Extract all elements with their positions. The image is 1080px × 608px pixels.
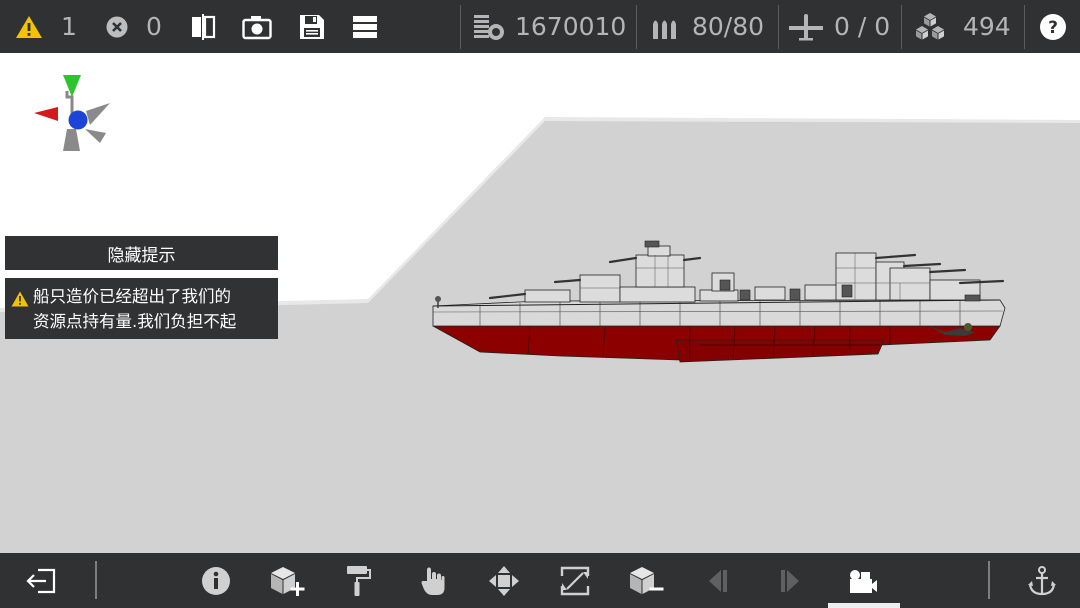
aircraft-icon — [787, 0, 825, 53]
toolbar-separator — [95, 561, 97, 599]
error-count: 0 — [146, 12, 162, 41]
menu-icon[interactable] — [351, 0, 379, 53]
anchor-icon[interactable] — [1017, 553, 1067, 608]
add-part-icon[interactable] — [262, 553, 312, 608]
next-icon[interactable] — [765, 553, 815, 608]
bottom-toolbar — [0, 553, 1080, 608]
parts-count: 494 — [963, 12, 1011, 41]
ammo-count: 80/80 — [692, 12, 765, 41]
svg-text:?: ? — [1048, 18, 1058, 38]
warning-text-line-2: 资源点持有量.我们负担不起 — [33, 312, 237, 331]
save-icon[interactable] — [298, 0, 326, 53]
toolbar-separator — [460, 5, 461, 49]
hide-hints-button[interactable]: 隐藏提示 — [5, 236, 278, 270]
paint-roller-icon[interactable] — [333, 553, 383, 608]
warning-text-line-1: 船只造价已经超出了我们的 — [33, 287, 231, 306]
blocks-icon — [913, 0, 947, 53]
top-toolbar: 1 0 1670010 80/80 0 / 0 494 ? — [0, 0, 1080, 53]
camera-view-icon[interactable] — [838, 553, 888, 608]
hand-select-icon[interactable] — [408, 553, 458, 608]
active-tool-indicator — [828, 603, 900, 608]
toolbar-separator — [1024, 5, 1025, 49]
info-icon[interactable] — [191, 553, 241, 608]
resource-points: 1670010 — [515, 12, 627, 41]
toolbar-separator — [988, 561, 990, 599]
toolbar-separator — [636, 5, 637, 49]
camera-icon[interactable] — [242, 0, 272, 53]
exit-icon[interactable] — [16, 553, 66, 608]
rotate-icon[interactable] — [550, 553, 600, 608]
orientation-gizmo[interactable] — [30, 73, 114, 157]
toolbar-separator — [778, 5, 779, 49]
toolbar-separator — [901, 5, 902, 49]
warning-icon[interactable] — [14, 0, 44, 53]
previous-icon[interactable] — [693, 553, 743, 608]
cost-warning-message: 船只造价已经超出了我们的 资源点持有量.我们负担不起 — [5, 278, 278, 339]
mirror-icon[interactable] — [188, 0, 218, 53]
remove-part-icon[interactable] — [621, 553, 671, 608]
error-icon[interactable] — [105, 0, 129, 53]
resource-coins-icon — [472, 0, 506, 53]
ammo-icon — [650, 0, 680, 53]
warning-icon — [11, 289, 29, 314]
help-icon[interactable]: ? — [1038, 0, 1068, 53]
move-icon[interactable] — [479, 553, 529, 608]
aircraft-count: 0 / 0 — [834, 12, 891, 41]
warning-count: 1 — [61, 12, 77, 41]
